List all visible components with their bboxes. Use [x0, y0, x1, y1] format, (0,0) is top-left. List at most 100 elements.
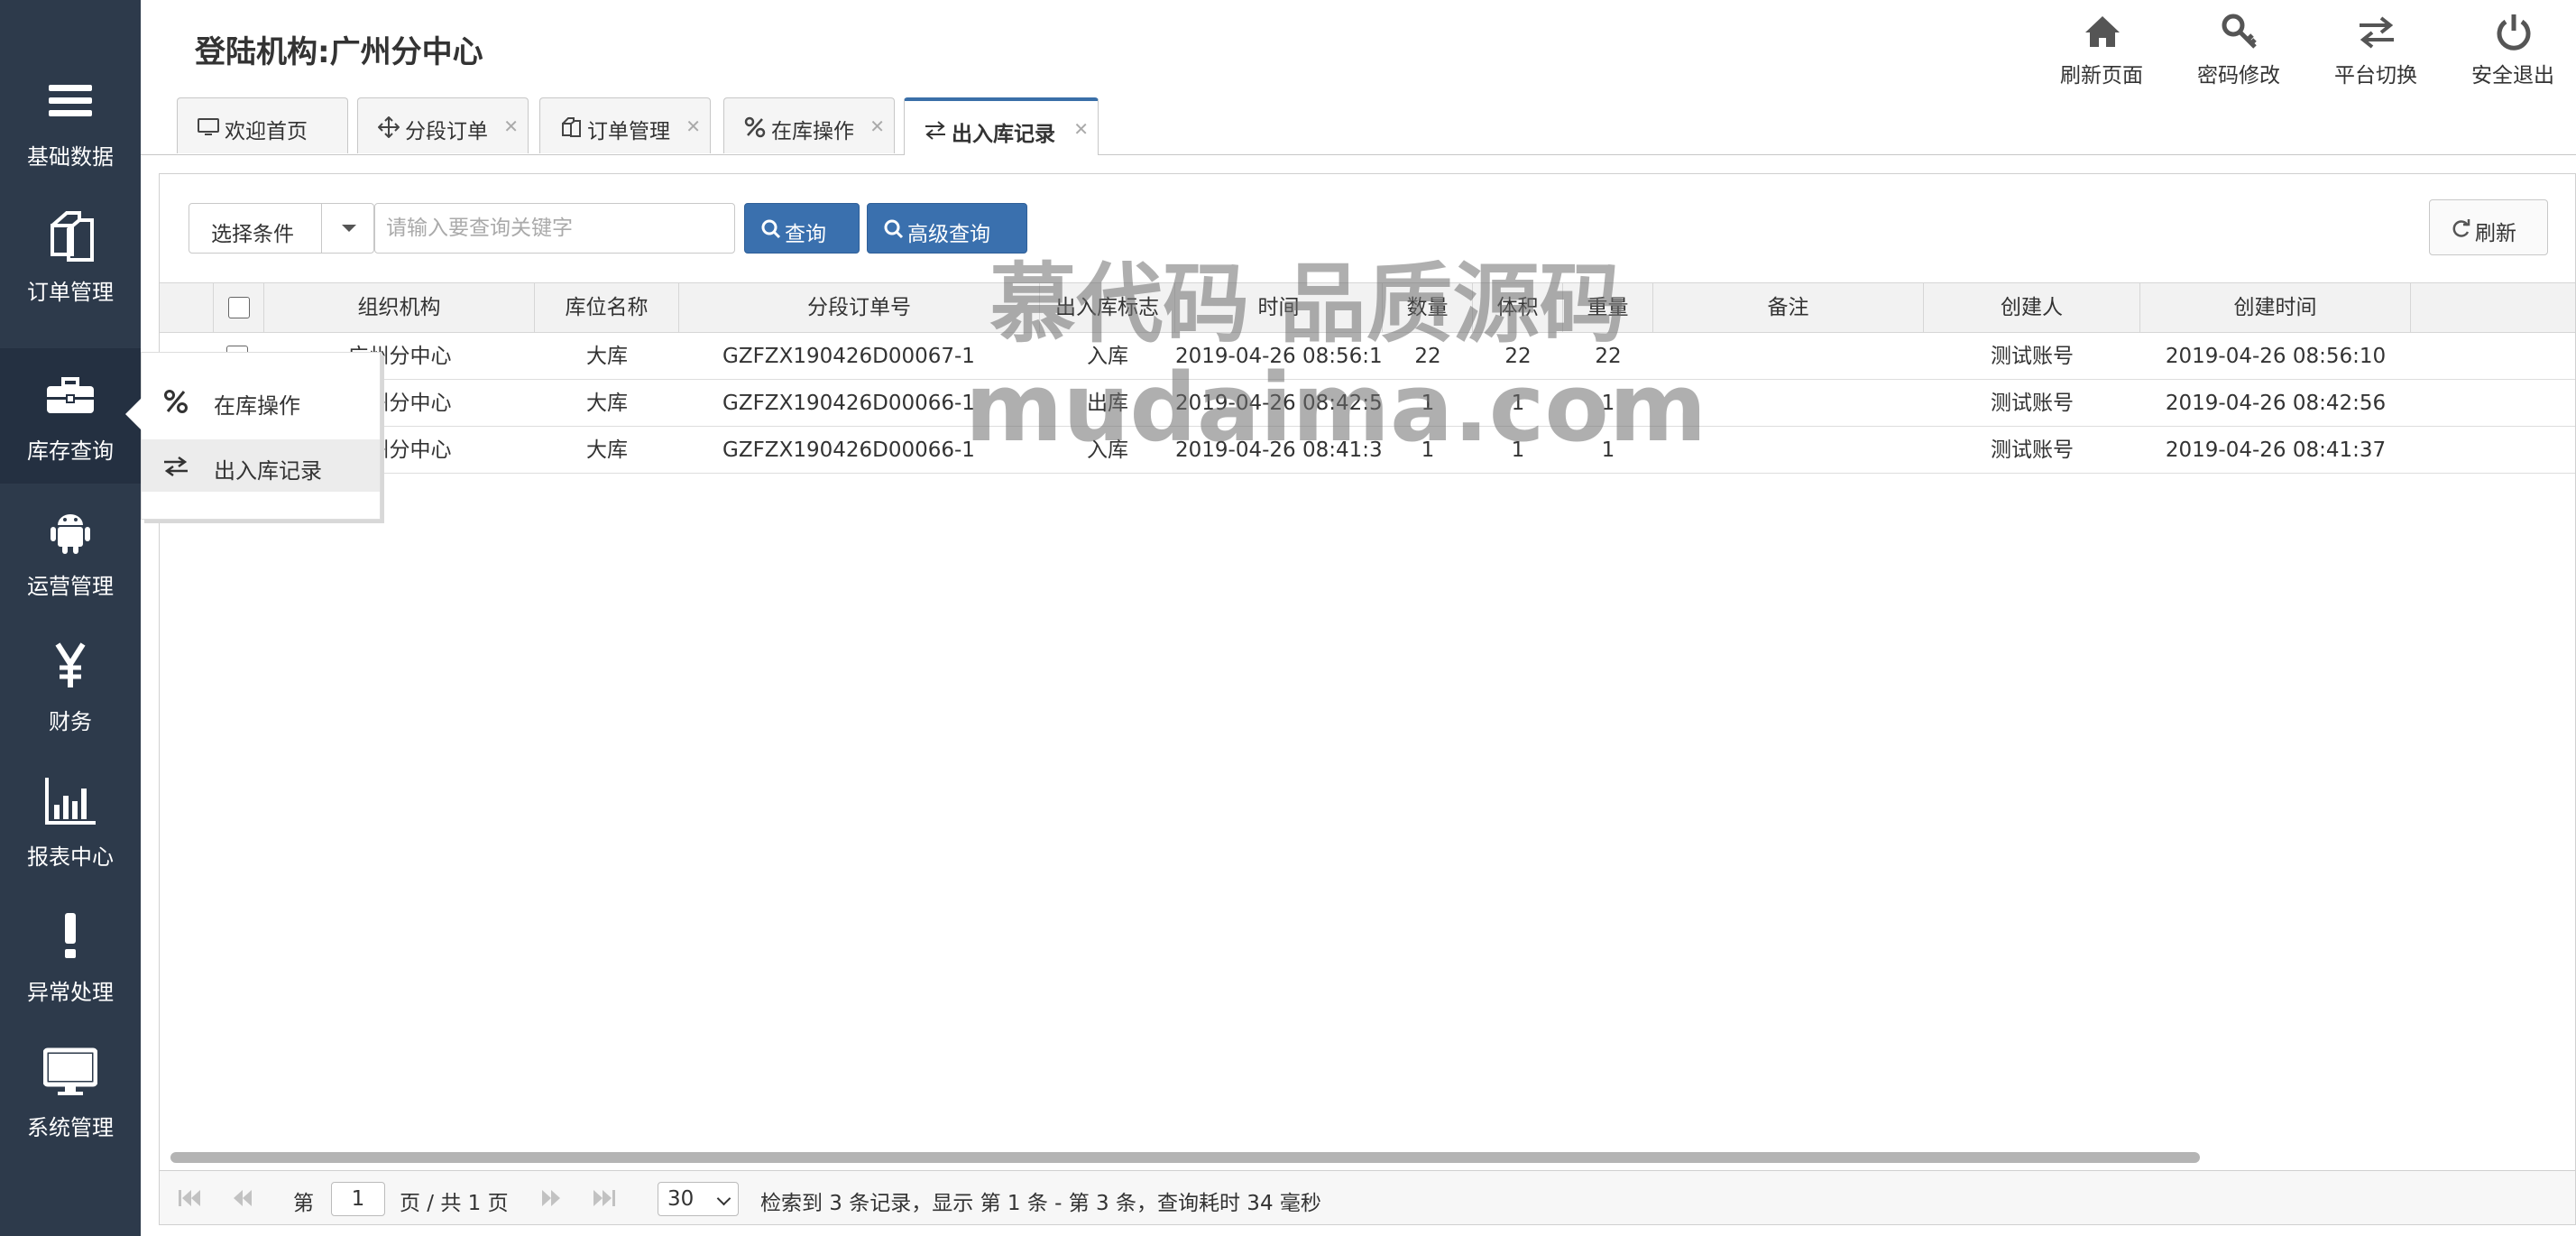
column-header[interactable]: 体积: [1473, 283, 1563, 332]
column-header[interactable]: 创建时间: [2140, 283, 2411, 332]
column-header[interactable]: 数量: [1383, 283, 1473, 332]
sidebar-item-inventory[interactable]: 库存查询: [0, 348, 141, 484]
menu-icon: [49, 85, 92, 116]
cell-location: 大库: [586, 438, 628, 462]
percent-icon: [164, 390, 188, 413]
tab-segment-orders[interactable]: 分段订单 ✕: [357, 97, 529, 153]
cell-flag: 入库: [1087, 345, 1128, 368]
tab-in-stock-ops[interactable]: 在库操作 ✕: [723, 97, 895, 153]
last-page-icon[interactable]: [591, 1187, 618, 1209]
sidebar-item-label: 异常处理: [27, 980, 114, 1005]
next-page-icon[interactable]: [538, 1187, 566, 1209]
sidebar-item-system[interactable]: 系统管理: [0, 1025, 141, 1160]
cell-quantity: 1: [1421, 392, 1435, 415]
column-header[interactable]: 时间: [1175, 283, 1383, 332]
logout-button[interactable]: 安全退出: [2450, 9, 2576, 90]
cell-flag: 入库: [1087, 438, 1128, 462]
sidebar-item-basic-data[interactable]: 基础数据: [0, 54, 141, 189]
cell-time: 2019-04-26 08:42:55: [1175, 392, 1383, 415]
table-row[interactable]: 广州分中心 大库 GZFZX190426D00066-1 入库 2019-04-…: [160, 427, 2575, 474]
percent-icon: [744, 116, 766, 138]
cell-created-time: 2019-04-26 08:42:56: [2165, 392, 2387, 415]
change-password-button[interactable]: 密码修改: [2176, 9, 2302, 90]
sidebar-item-finance[interactable]: 财务: [0, 619, 141, 754]
swap-icon: [164, 456, 188, 477]
cell-weight: 1: [1601, 438, 1615, 462]
sidebar-item-label: 财务: [49, 709, 92, 734]
refresh-button[interactable]: 刷新: [2429, 199, 2548, 255]
cell-volume: 22: [1504, 345, 1532, 368]
previous-page-icon[interactable]: [228, 1187, 255, 1209]
table-row[interactable]: 广州分中心 大库 GZFZX190426D00066-1 出库 2019-04-…: [160, 380, 2575, 427]
condition-select[interactable]: 选择条件: [189, 203, 374, 254]
submenu-item-stock-records[interactable]: 出入库记录: [142, 439, 380, 492]
tab-stock-records[interactable]: 出入库记录 ✕: [904, 97, 1099, 155]
refresh-icon: [2452, 219, 2470, 237]
column-header[interactable]: 库位名称: [535, 283, 679, 332]
pagination-bar: 第 1 页 / 共 1 页 30 检索到 3 条记录，显示 第 1 条 - 第 …: [160, 1170, 2575, 1224]
record-summary: 检索到 3 条记录，显示 第 1 条 - 第 3 条，查询耗时 34 毫秒: [760, 1192, 1321, 1215]
submenu-item-in-stock-ops[interactable]: 在库操作: [142, 374, 380, 427]
copy-icon: [51, 211, 94, 262]
close-icon[interactable]: ✕: [503, 115, 519, 137]
table-header: 组织机构 库位名称 分段订单号 出入库标志 时间 数量 体积 重量 备注 创建人…: [160, 282, 2575, 333]
horizontal-scrollbar[interactable]: [170, 1152, 2200, 1163]
sidebar-item-label: 库存查询: [27, 438, 114, 464]
sidebar-item-exceptions[interactable]: 异常处理: [0, 890, 141, 1025]
sidebar-item-order-management[interactable]: 订单管理: [0, 189, 141, 325]
first-page-icon[interactable]: [176, 1187, 203, 1209]
cell-flag: 出库: [1087, 392, 1128, 415]
search-input[interactable]: [374, 203, 735, 254]
refresh-page-button[interactable]: 刷新页面: [2038, 9, 2165, 90]
row-number-header: [160, 283, 214, 332]
cell-volume: 1: [1511, 392, 1525, 415]
monitor-icon: [43, 1047, 97, 1095]
tab-welcome[interactable]: 欢迎首页: [177, 97, 348, 153]
page-size-select[interactable]: 30: [658, 1182, 739, 1216]
cell-created-time: 2019-04-26 08:56:10: [2165, 345, 2387, 368]
briefcase-icon: [47, 377, 94, 413]
swap-icon: [2360, 16, 2394, 49]
column-header[interactable]: 出入库标志: [1040, 283, 1175, 332]
copy-icon: [562, 117, 581, 137]
close-icon[interactable]: ✕: [685, 115, 701, 137]
home-icon: [2085, 16, 2120, 47]
tab-order-management[interactable]: 订单管理 ✕: [539, 97, 711, 153]
yen-icon: [55, 642, 86, 687]
cell-location: 大库: [586, 392, 628, 415]
sidebar-item-reports[interactable]: 报表中心: [0, 754, 141, 890]
select-all-header: [214, 283, 264, 332]
monitor-icon: [198, 118, 219, 135]
sidebar: 基础数据 订单管理 库存查询 运营管理 财务 报表中心 异常处理 系统管理: [0, 0, 141, 1236]
android-icon: [51, 514, 90, 554]
cell-creator: 测试账号: [1991, 392, 2074, 415]
column-header[interactable]: 组织机构: [264, 283, 535, 332]
table-row[interactable]: 广州分中心 大库 GZFZX190426D00067-1 入库 2019-04-…: [160, 333, 2575, 380]
sidebar-item-label: 运营管理: [27, 574, 114, 599]
chevron-down-icon[interactable]: [321, 204, 373, 253]
inventory-submenu: 在库操作 出入库记录: [125, 352, 381, 520]
page-prefix: 第: [293, 1192, 314, 1215]
power-icon: [2497, 14, 2531, 51]
select-all-checkbox[interactable]: [228, 297, 250, 318]
page-total-text: 页 / 共 1 页: [400, 1192, 509, 1215]
switch-platform-button[interactable]: 平台切换: [2313, 9, 2439, 90]
cell-order-no: GZFZX190426D00067-1: [722, 345, 975, 368]
cell-weight: 22: [1595, 345, 1622, 368]
query-button[interactable]: 查询: [744, 203, 860, 254]
column-header[interactable]: 创建人: [1924, 283, 2140, 332]
column-header[interactable]: 分段订单号: [679, 283, 1040, 332]
search-icon: [761, 219, 781, 239]
column-header[interactable]: 备注: [1653, 283, 1924, 332]
sidebar-item-label: 系统管理: [27, 1115, 114, 1140]
column-header[interactable]: 重量: [1563, 283, 1653, 332]
tab-bar: 欢迎首页 分段订单 ✕ 订单管理 ✕ 在库操作 ✕ 出入库记录 ✕: [141, 97, 2576, 155]
header: 登陆机构:广州分中心 刷新页面 密码修改 平台切换 安全退出: [141, 0, 2576, 99]
sidebar-item-operations[interactable]: 运营管理: [0, 484, 141, 619]
close-icon[interactable]: ✕: [1073, 118, 1089, 140]
close-icon[interactable]: ✕: [869, 115, 885, 137]
search-icon: [884, 219, 904, 239]
page-number-input[interactable]: 1: [331, 1182, 385, 1216]
cell-creator: 测试账号: [1991, 345, 2074, 368]
advanced-query-button[interactable]: 高级查询: [867, 203, 1027, 254]
